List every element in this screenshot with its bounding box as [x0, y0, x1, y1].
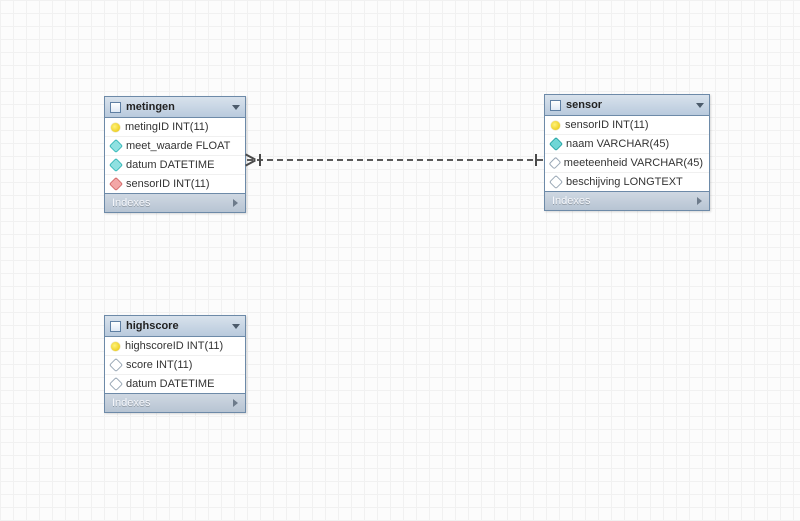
- relationship-metingen-sensor[interactable]: [247, 159, 543, 161]
- column-nullable-icon: [109, 358, 123, 372]
- indexes-section[interactable]: Indexes: [105, 393, 245, 412]
- column-row[interactable]: sensorID INT(11): [105, 174, 245, 193]
- column-nullable-icon: [109, 377, 123, 391]
- column-label: datum DATETIME: [126, 159, 214, 171]
- column-label: highscoreID INT(11): [125, 340, 223, 352]
- cardinality-bar-icon: [535, 154, 537, 166]
- expand-indexes-icon: [233, 199, 238, 207]
- column-label: meet_waarde FLOAT: [126, 140, 230, 152]
- collapse-icon[interactable]: [232, 324, 240, 329]
- table-metingen[interactable]: metingen metingID INT(11) meet_waarde FL…: [104, 96, 246, 213]
- table-icon: [110, 321, 121, 332]
- column-label: datum DATETIME: [126, 378, 214, 390]
- column-row[interactable]: meet_waarde FLOAT: [105, 136, 245, 155]
- primary-key-icon: [111, 123, 120, 132]
- collapse-icon[interactable]: [696, 103, 704, 108]
- table-sensor[interactable]: sensor sensorID INT(11) naam VARCHAR(45)…: [544, 94, 710, 211]
- column-label: naam VARCHAR(45): [566, 138, 669, 150]
- column-row[interactable]: sensorID INT(11): [545, 116, 709, 134]
- column-row[interactable]: metingID INT(11): [105, 118, 245, 136]
- indexes-label: Indexes: [112, 197, 151, 209]
- column-list: highscoreID INT(11) score INT(11) datum …: [105, 337, 245, 393]
- column-row[interactable]: datum DATETIME: [105, 155, 245, 174]
- table-header[interactable]: sensor: [545, 95, 709, 116]
- column-label: meeteenheid VARCHAR(45): [564, 157, 703, 169]
- expand-indexes-icon: [233, 399, 238, 407]
- column-row[interactable]: score INT(11): [105, 355, 245, 374]
- column-label: metingID INT(11): [125, 121, 209, 133]
- crows-foot-icon: [245, 155, 255, 165]
- column-label: beschijving LONGTEXT: [566, 176, 683, 188]
- column-row[interactable]: datum DATETIME: [105, 374, 245, 393]
- column-nullable-icon: [549, 157, 562, 170]
- table-title: highscore: [126, 320, 227, 332]
- column-label: sensorID INT(11): [565, 119, 649, 131]
- collapse-icon[interactable]: [232, 105, 240, 110]
- column-notnull-icon: [109, 158, 123, 172]
- cardinality-bar-icon: [259, 154, 261, 166]
- column-row[interactable]: meeteenheid VARCHAR(45): [545, 153, 709, 172]
- table-icon: [110, 102, 121, 113]
- table-header[interactable]: metingen: [105, 97, 245, 118]
- table-highscore[interactable]: highscore highscoreID INT(11) score INT(…: [104, 315, 246, 413]
- column-notnull-icon: [109, 139, 123, 153]
- primary-key-icon: [551, 121, 560, 130]
- table-header[interactable]: highscore: [105, 316, 245, 337]
- column-label: sensorID INT(11): [126, 178, 210, 190]
- expand-indexes-icon: [697, 197, 702, 205]
- indexes-section[interactable]: Indexes: [545, 191, 709, 210]
- column-nullable-icon: [549, 175, 563, 189]
- column-row[interactable]: naam VARCHAR(45): [545, 134, 709, 153]
- column-row[interactable]: beschijving LONGTEXT: [545, 172, 709, 191]
- table-title: sensor: [566, 99, 691, 111]
- primary-key-icon: [111, 342, 120, 351]
- column-list: sensorID INT(11) naam VARCHAR(45) meetee…: [545, 116, 709, 191]
- table-title: metingen: [126, 101, 227, 113]
- column-label: score INT(11): [126, 359, 192, 371]
- indexes-label: Indexes: [112, 397, 151, 409]
- foreign-key-icon: [109, 177, 123, 191]
- indexes-section[interactable]: Indexes: [105, 193, 245, 212]
- indexes-label: Indexes: [552, 195, 591, 207]
- column-notnull-icon: [549, 137, 563, 151]
- column-list: metingID INT(11) meet_waarde FLOAT datum…: [105, 118, 245, 193]
- table-icon: [550, 100, 561, 111]
- column-row[interactable]: highscoreID INT(11): [105, 337, 245, 355]
